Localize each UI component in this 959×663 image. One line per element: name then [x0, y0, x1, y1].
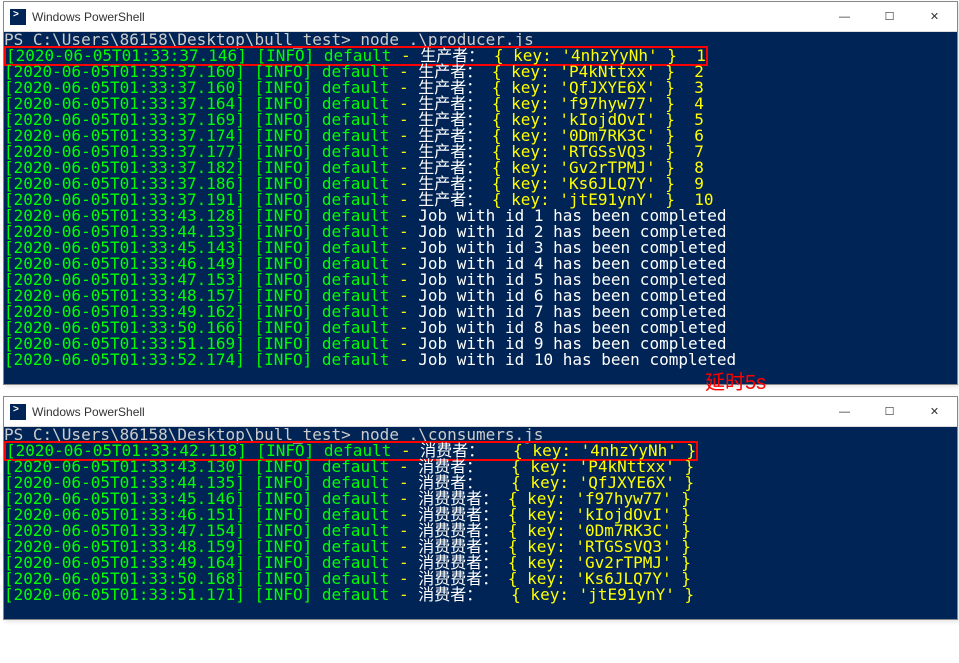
- maximize-button[interactable]: ☐: [867, 397, 912, 426]
- powershell-window-consumer: Windows PowerShell — ☐ ✕ PS C:\Users\861…: [3, 396, 958, 620]
- minimize-button[interactable]: —: [822, 2, 867, 31]
- delay-annotation: 延时5s: [705, 366, 766, 395]
- powershell-icon: [10, 9, 26, 25]
- powershell-icon: [10, 404, 26, 420]
- terminal-output-producer[interactable]: PS C:\Users\86158\Desktop\bull_test> nod…: [4, 32, 957, 384]
- close-button[interactable]: ✕: [912, 397, 957, 426]
- maximize-button[interactable]: ☐: [867, 2, 912, 31]
- terminal-output-consumer[interactable]: PS C:\Users\86158\Desktop\bull_test> nod…: [4, 427, 957, 619]
- minimize-button[interactable]: —: [822, 397, 867, 426]
- close-button[interactable]: ✕: [912, 2, 957, 31]
- titlebar[interactable]: Windows PowerShell — ☐ ✕: [4, 397, 957, 427]
- window-title: Windows PowerShell: [32, 10, 822, 24]
- window-title: Windows PowerShell: [32, 405, 822, 419]
- titlebar[interactable]: Windows PowerShell — ☐ ✕: [4, 2, 957, 32]
- powershell-window-producer: Windows PowerShell — ☐ ✕ PS C:\Users\861…: [3, 1, 958, 385]
